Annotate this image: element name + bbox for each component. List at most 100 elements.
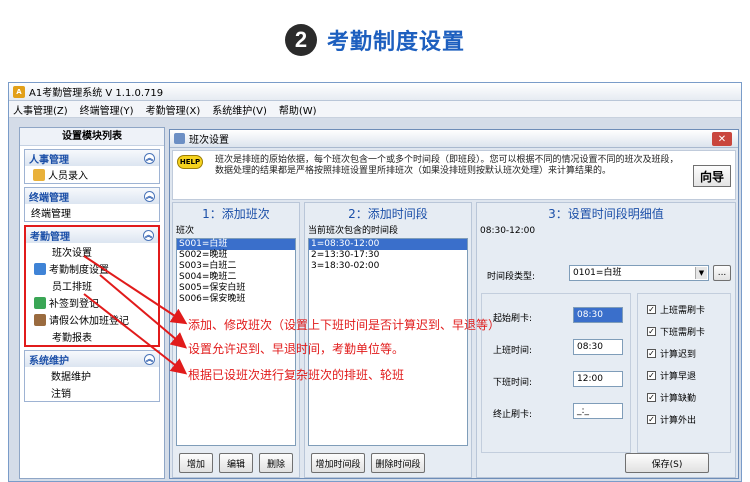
sidebar-item-logout[interactable]: 注销 [25,384,159,401]
sidebar-group-label: 人事管理 [29,154,69,166]
collapse-icon[interactable]: ︽ [143,229,154,241]
menu-system[interactable]: 系统维护(V) [212,102,267,117]
sidebar-item-terminal[interactable]: 终端管理 [25,204,159,221]
collapse-icon[interactable]: ︽ [144,152,155,164]
sidebar-item-staff-schedule[interactable]: 员工排班 [26,277,158,294]
menu-bar: 人事管理(Z) 终端管理(Y) 考勤管理(X) 系统维护(V) 帮助(W) [9,101,741,118]
save-button[interactable]: 保存(S) [625,453,709,473]
period-range-label: 08:30-12:00 [480,226,536,236]
checkbox-label: 上班需刷卡 [660,306,706,316]
help-icon: HELP [177,155,203,169]
app-window: A A1考勤管理系统 V 1.1.0.719 人事管理(Z) 终端管理(Y) 考… [8,82,742,482]
check-icon: ✓ [647,349,656,358]
end-card-label: 终止刷卡: [493,410,533,420]
delete-period-button[interactable]: 删除时间段 [371,453,425,473]
delete-shift-button[interactable]: 删除 [259,453,293,473]
sidebar-item-label: 请假公休加班登记 [49,316,129,327]
off-duty-label: 下班时间: [493,378,533,388]
edit-shift-button[interactable]: 编辑 [219,453,253,473]
annotation-shift: 添加、修改班次（设置上下班时间是否计算迟到、早退等） [188,318,501,332]
on-duty-input[interactable]: 08:30 [573,339,623,355]
list-item[interactable]: S001=白班 [177,239,295,250]
wizard-button[interactable]: 向导 [693,165,731,187]
list-item[interactable]: S006=保安晚班 [177,294,295,305]
sidebar-item-shift-settings[interactable]: 班次设置 [26,243,158,260]
sidebar-title: 设置模块列表 [20,128,164,146]
checkbox-on-duty-card[interactable]: ✓ 上班需刷卡 [647,303,705,316]
sidebar-item-sign-in-supplement[interactable]: 补签到登记 [26,294,158,311]
add-shift-button[interactable]: 增加 [179,453,213,473]
sidebar-group-label: 系统维护 [29,355,69,367]
list-item[interactable]: S004=晚班二 [177,272,295,283]
collapse-icon[interactable]: ︽ [144,190,155,202]
add-period-button[interactable]: 增加时间段 [311,453,365,473]
sidebar-item-label: 终端管理 [31,209,71,220]
collapse-icon[interactable]: ︽ [144,353,155,365]
checkbox-label: 计算早退 [660,372,697,382]
check-icon: ✓ [647,305,656,314]
browse-button[interactable]: ... [713,265,731,281]
sidebar-group-head[interactable]: 系统维护 ︽ [25,351,159,367]
checkbox-label: 计算外出 [660,416,697,426]
page-heading-text: 考勤制度设置 [326,30,465,55]
checkbox-early-leave[interactable]: ✓ 计算早退 [647,369,696,382]
list-item[interactable]: S003=白班二 [177,261,295,272]
dialog-titlebar: 班次设置 [170,130,738,148]
app-titlebar: A A1考勤管理系统 V 1.1.0.719 [9,83,741,101]
on-duty-label: 上班时间: [493,346,533,356]
sidebar-group-system: 系统维护 ︽ 数据维护 注销 [24,350,160,402]
list-item[interactable]: 3=18:30-02:00 [309,261,467,272]
sidebar-item-label: 数据维护 [51,372,91,383]
sidebar-group-attendance: 考勤管理 ︽ 班次设置 考勤制度设置 员工排班 补签到登记 请假公休加班登记 考… [24,225,160,347]
checkbox-label: 计算缺勤 [660,394,697,404]
list-item[interactable]: S005=保安白班 [177,283,295,294]
close-icon[interactable]: ✕ [712,132,732,146]
sidebar-item-data-maintenance[interactable]: 数据维护 [25,367,159,384]
step-number-badge: 2 [284,24,317,56]
sidebar-item-attendance-report[interactable]: 考勤报表 [26,328,158,345]
annotation-rules: 设置允许迟到、早退时间，考勤单位等。 [188,342,405,356]
panel-title: 1：添加班次 [202,207,270,221]
check-icon: ✓ [647,415,656,424]
sidebar-item-staff-entry[interactable]: 人员录入 [25,166,159,183]
period-type-label: 时间段类型: [487,272,536,282]
menu-personnel[interactable]: 人事管理(Z) [13,102,68,117]
menu-terminal[interactable]: 终端管理(Y) [80,102,134,117]
checkbox-label: 下班需刷卡 [660,328,706,338]
check-icon: ✓ [647,393,656,402]
menu-attendance[interactable]: 考勤管理(X) [146,102,201,117]
chevron-down-icon[interactable]: ▼ [695,267,707,279]
info-text: 班次是排班的原始依据，每个班次包含一个或多个时间段（即班段）。您可以根据不同的情… [215,155,679,176]
sidebar-item-label: 考勤报表 [52,333,92,344]
annotation-schedule: 根据已设班次进行复杂班次的排班、轮班 [188,368,405,382]
list-item[interactable]: S002=晚班 [177,250,295,261]
checkbox-late[interactable]: ✓ 计算迟到 [647,347,696,360]
menu-help[interactable]: 帮助(W) [279,102,317,117]
sidebar-item-attendance-rules[interactable]: 考勤制度设置 [26,260,158,277]
check-icon: ✓ [647,327,656,336]
checkbox-absence[interactable]: ✓ 计算缺勤 [647,391,696,404]
end-card-input[interactable]: _:_ [573,403,623,419]
sidebar-group-label: 考勤管理 [30,231,70,243]
sidebar-item-label: 人员录入 [48,171,88,182]
checkbox-outing[interactable]: ✓ 计算外出 [647,413,696,426]
sidebar-group-personnel: 人事管理 ︽ 人员录入 [24,149,160,184]
start-card-input[interactable]: 08:30 [573,307,623,323]
off-duty-input[interactable]: 12:00 [573,371,623,387]
sidebar-item-leave-registration[interactable]: 请假公休加班登记 [26,311,158,328]
list-item[interactable]: 1=08:30-12:00 [309,239,467,250]
checkbox-label: 计算迟到 [660,350,697,360]
sidebar-group-head[interactable]: 终端管理 ︽ [25,188,159,204]
period-type-value: 0101=白班 [573,268,622,278]
sidebar-group-head[interactable]: 人事管理 ︽ [25,150,159,166]
app-title: A1考勤管理系统 V 1.1.0.719 [29,88,164,99]
settings-sidebar: 设置模块列表 人事管理 ︽ 人员录入 终端管理 ︽ 终端管理 考勤管理 ︽ 班次… [19,127,165,479]
calendar-icon [34,313,46,326]
panel-title: 2：添加时间段 [348,207,428,221]
list-item[interactable]: 2=13:30-17:30 [309,250,467,261]
sidebar-group-head[interactable]: 考勤管理 ︽ [26,227,158,243]
checkbox-off-duty-card[interactable]: ✓ 下班需刷卡 [647,325,705,338]
page-heading: 2 考勤制度设置 [0,0,750,80]
rules-icon [34,262,46,275]
period-type-select[interactable]: 0101=白班 ▼ [569,265,709,281]
